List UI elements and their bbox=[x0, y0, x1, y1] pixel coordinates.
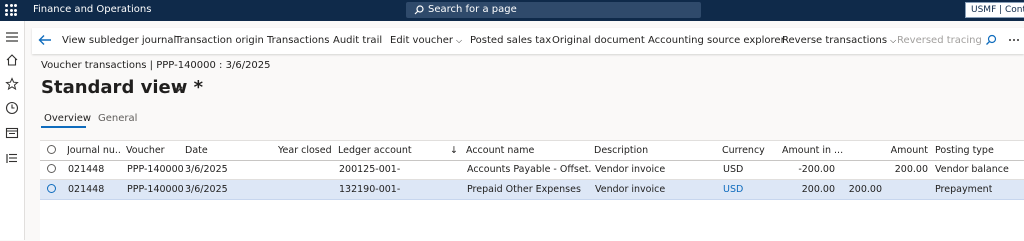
favorites-star-icon[interactable] bbox=[5, 77, 19, 91]
grid-header-row: Journal nu... Voucher Date Year closed L… bbox=[40, 141, 1024, 161]
cell-currency: USD bbox=[723, 164, 744, 175]
voucher-transactions-grid: Journal nu... Voucher Date Year closed L… bbox=[40, 140, 1024, 241]
cell-date: 3/6/2025 bbox=[185, 184, 228, 195]
chevron-down-icon: ⌵ bbox=[890, 36, 897, 45]
sort-descending-icon: ↓ bbox=[450, 145, 458, 156]
cell-account-name: Accounts Payable - Offset... bbox=[467, 164, 591, 175]
reversed-tracing-button: Reversed tracing bbox=[897, 35, 982, 46]
cell-extra-amount: 200.00 bbox=[848, 184, 882, 195]
search-box[interactable]: Search for a page bbox=[406, 2, 701, 18]
search-icon bbox=[414, 5, 424, 15]
original-document-button[interactable]: Original document bbox=[552, 35, 645, 46]
cell-ledger-account: 132190-001- bbox=[339, 184, 401, 195]
cell-ledger-account: 200125-001- bbox=[339, 164, 401, 175]
home-icon[interactable] bbox=[5, 53, 19, 67]
workspaces-icon[interactable] bbox=[5, 126, 19, 140]
app-header: Finance and Operations Search for a page… bbox=[0, 0, 1024, 21]
search-icon[interactable] bbox=[985, 34, 997, 46]
modules-list-icon[interactable] bbox=[5, 151, 19, 165]
column-header-amount-in[interactable]: Amount in ... bbox=[782, 145, 843, 156]
column-header-description[interactable]: Description bbox=[594, 145, 648, 156]
row-select-radio[interactable] bbox=[47, 164, 56, 173]
column-header-account-name[interactable]: Account name bbox=[466, 145, 534, 156]
cell-date: 3/6/2025 bbox=[185, 164, 228, 175]
cell-amount-in: -200.00 bbox=[798, 164, 835, 175]
edit-voucher-menu[interactable]: Edit voucher ⌵ bbox=[390, 35, 462, 46]
back-arrow-icon[interactable] bbox=[38, 34, 52, 46]
chevron-down-icon: ⌵ bbox=[456, 36, 463, 45]
reverse-transactions-menu[interactable]: Reverse transactions ⌵ bbox=[782, 35, 896, 46]
action-pane: View subledger journal Transaction origi… bbox=[32, 28, 1024, 54]
transactions-button[interactable]: Transactions bbox=[267, 35, 329, 46]
cell-description: Vendor invoice bbox=[595, 164, 666, 175]
cell-amount-in: 200.00 bbox=[801, 184, 835, 195]
cell-posting-type: Prepayment bbox=[935, 184, 993, 195]
table-row[interactable]: 021448 PPP-140000 3/6/2025 200125-001- A… bbox=[40, 160, 1024, 180]
column-header-currency[interactable]: Currency bbox=[722, 145, 765, 156]
cell-description: Vendor invoice bbox=[595, 184, 666, 195]
cell-amount: 200.00 bbox=[894, 164, 928, 175]
edit-voucher-label: Edit voucher bbox=[390, 35, 454, 46]
cell-account-name: Prepaid Other Expenses bbox=[467, 184, 581, 195]
column-header-date[interactable]: Date bbox=[185, 145, 208, 156]
column-header-voucher[interactable]: Voucher bbox=[126, 145, 165, 156]
app-title: Finance and Operations bbox=[33, 4, 152, 15]
chevron-down-icon[interactable] bbox=[173, 86, 183, 93]
column-header-ledger-account[interactable]: Ledger account bbox=[338, 145, 412, 156]
tab-overview[interactable]: Overview bbox=[44, 113, 91, 124]
column-header-year-closed[interactable]: Year closed bbox=[278, 145, 332, 156]
view-subledger-journal-button[interactable]: View subledger journal bbox=[62, 35, 176, 46]
reverse-transactions-label: Reverse transactions bbox=[782, 35, 888, 46]
cell-posting-type: Vendor balance bbox=[935, 164, 1009, 175]
posted-sales-tax-button[interactable]: Posted sales tax bbox=[470, 35, 551, 46]
column-header-journal[interactable]: Journal nu... bbox=[67, 145, 122, 156]
search-placeholder: Search for a page bbox=[428, 4, 517, 15]
app-launcher-icon[interactable] bbox=[5, 4, 17, 16]
more-options-icon[interactable] bbox=[1008, 34, 1020, 46]
cell-journal: 021448 bbox=[68, 164, 105, 175]
audit-trail-button[interactable]: Audit trail bbox=[333, 35, 382, 46]
column-header-amount[interactable]: Amount bbox=[870, 145, 928, 156]
cell-currency[interactable]: USD bbox=[723, 184, 743, 195]
cell-voucher: PPP-140000 bbox=[127, 164, 184, 175]
accounting-source-explorer-button[interactable]: Accounting source explorer bbox=[648, 35, 785, 46]
table-row-selected[interactable]: 021448 PPP-140000 3/6/2025 132190-001- P… bbox=[40, 180, 1024, 200]
cell-journal: 021448 bbox=[68, 184, 105, 195]
recent-clock-icon[interactable] bbox=[5, 101, 19, 115]
hamburger-icon[interactable] bbox=[5, 30, 19, 44]
breadcrumb: Voucher transactions | PPP-140000 : 3/6/… bbox=[41, 60, 271, 71]
column-header-posting-type[interactable]: Posting type bbox=[935, 145, 994, 156]
left-navigation bbox=[0, 21, 25, 240]
row-select-radio[interactable] bbox=[47, 184, 56, 193]
active-tab-indicator bbox=[41, 126, 86, 128]
cell-voucher: PPP-140000 bbox=[127, 184, 184, 195]
tab-general[interactable]: General bbox=[98, 113, 137, 124]
select-all-radio[interactable] bbox=[47, 145, 56, 154]
transaction-origin-button[interactable]: Transaction origin bbox=[175, 35, 264, 46]
company-picker[interactable]: USMF | Contoso bbox=[965, 2, 1024, 18]
